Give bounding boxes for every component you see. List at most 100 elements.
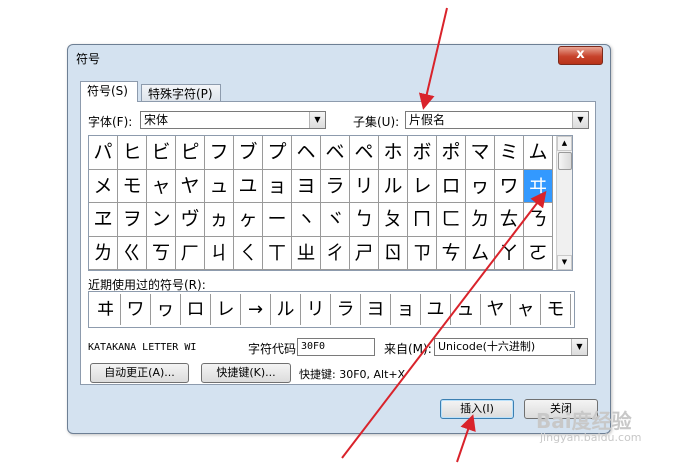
symbol-cell[interactable]: ラ [321, 169, 350, 203]
recent-symbol-cell[interactable]: リ [301, 294, 331, 325]
symbol-cell[interactable]: メ [89, 169, 118, 203]
symbol-cell[interactable]: ヒ [118, 136, 147, 170]
symbol-cell[interactable]: ㄉ [466, 203, 495, 237]
recent-symbol-cell[interactable]: モ [541, 294, 571, 325]
tab-special-characters[interactable]: 特殊字符(P) [141, 84, 221, 102]
symbol-cell[interactable]: ヘ [292, 136, 321, 170]
recent-symbol-cell[interactable]: ヤ [481, 294, 511, 325]
symbol-cell[interactable]: ヰ [524, 169, 553, 203]
symbol-cell[interactable]: ㄕ [350, 236, 379, 270]
from-select[interactable]: Unicode(十六进制) ▼ [434, 338, 588, 356]
symbol-cell[interactable]: ㄋ [524, 203, 553, 237]
symbol-cell[interactable]: ヵ [205, 203, 234, 237]
recent-symbol-cell[interactable]: ヨ [361, 294, 391, 325]
recent-symbol-cell[interactable]: ル [271, 294, 301, 325]
symbol-cell[interactable]: ワ [495, 169, 524, 203]
shortcut-key-button[interactable]: 快捷键(K)... [201, 363, 291, 383]
scroll-thumb[interactable] [558, 152, 572, 170]
symbol-cell[interactable]: ㄗ [408, 236, 437, 270]
symbol-cell[interactable]: レ [408, 169, 437, 203]
symbol-cell[interactable]: ㄏ [176, 236, 205, 270]
symbol-cell[interactable]: ム [524, 136, 553, 170]
symbol-cell[interactable]: ロ [437, 169, 466, 203]
symbol-cell[interactable]: ㄊ [495, 203, 524, 237]
autocorrect-button[interactable]: 自动更正(A)... [90, 363, 189, 383]
recent-symbol-cell[interactable]: ユ [421, 294, 451, 325]
symbol-cell[interactable]: ㄌ [89, 236, 118, 270]
symbol-cell[interactable]: マ [466, 136, 495, 170]
symbol-cell[interactable]: ョ [263, 169, 292, 203]
symbol-cell[interactable]: ヱ [89, 203, 118, 237]
symbol-cell[interactable]: ㄒ [263, 236, 292, 270]
shortcut-info: 快捷键: 30F0, Alt+X [299, 368, 406, 381]
char-code-input[interactable]: 30F0 [297, 338, 375, 356]
symbol-cell[interactable]: ㄔ [321, 236, 350, 270]
symbol-cell[interactable]: ㄅ [350, 203, 379, 237]
symbol-cell[interactable]: ㄎ [147, 236, 176, 270]
symbol-cell[interactable]: ㄛ [524, 236, 553, 270]
symbol-cell[interactable]: ル [379, 169, 408, 203]
symbol-cell[interactable]: ㄘ [437, 236, 466, 270]
font-select[interactable]: 宋体 ▼ [140, 111, 326, 129]
symbol-cell[interactable]: リ [350, 169, 379, 203]
symbol-cell[interactable]: ヴ [176, 203, 205, 237]
recent-symbol-cell[interactable]: ャ [511, 294, 541, 325]
symbol-cell[interactable]: ヾ [321, 203, 350, 237]
symbol-cell[interactable]: ㄑ [234, 236, 263, 270]
symbol-cell[interactable]: ㄓ [292, 236, 321, 270]
symbol-cell[interactable]: ヮ [466, 169, 495, 203]
symbol-cell[interactable]: ㄐ [205, 236, 234, 270]
symbol-cell[interactable]: ブ [234, 136, 263, 170]
recent-symbol-cell[interactable]: ヮ [151, 294, 181, 325]
scroll-down-icon[interactable]: ▼ [557, 255, 572, 270]
symbol-cell[interactable]: ピ [176, 136, 205, 170]
symbol-cell[interactable]: ホ [379, 136, 408, 170]
symbol-cell[interactable]: ㄚ [495, 236, 524, 270]
symbol-cell[interactable]: ㄖ [379, 236, 408, 270]
symbol-cell[interactable]: ヨ [292, 169, 321, 203]
recent-symbol-cell[interactable]: ョ [391, 294, 421, 325]
recent-symbol-cell[interactable]: → [241, 294, 271, 325]
subset-select[interactable]: 片假名 ▼ [405, 111, 589, 129]
insert-button[interactable]: 插入(I) [440, 399, 514, 419]
symbol-cell[interactable]: ユ [234, 169, 263, 203]
symbol-cell[interactable]: ペ [350, 136, 379, 170]
symbol-cell[interactable]: モ [118, 169, 147, 203]
symbol-cell[interactable]: ヤ [176, 169, 205, 203]
symbol-cell[interactable]: フ [205, 136, 234, 170]
symbol-cell[interactable]: ー [263, 203, 292, 237]
from-label: 来自(M): [384, 342, 432, 356]
symbol-cell[interactable]: ヽ [292, 203, 321, 237]
symbol-cell[interactable]: プ [263, 136, 292, 170]
symbol-cell[interactable]: パ [89, 136, 118, 170]
symbol-cell[interactable]: ポ [437, 136, 466, 170]
symbol-cell[interactable]: ャ [147, 169, 176, 203]
recent-symbol-cell[interactable]: ロ [181, 294, 211, 325]
symbol-cell[interactable]: ㄙ [466, 236, 495, 270]
symbol-cell[interactable]: ボ [408, 136, 437, 170]
symbol-cell[interactable]: ベ [321, 136, 350, 170]
symbol-cell[interactable]: ㄍ [118, 236, 147, 270]
grid-scrollbar[interactable]: ▲ ▼ [556, 136, 572, 270]
recent-symbol-cell[interactable]: ワ [121, 294, 151, 325]
symbol-cell[interactable]: ュ [205, 169, 234, 203]
symbol-cell[interactable]: ビ [147, 136, 176, 170]
symbol-cell[interactable]: ㄈ [437, 203, 466, 237]
recent-symbol-cell[interactable]: レ [211, 294, 241, 325]
close-window-button[interactable]: x [558, 46, 603, 65]
recent-symbol-cell[interactable]: ラ [331, 294, 361, 325]
symbol-cell[interactable]: ヲ [118, 203, 147, 237]
symbol-cell[interactable]: ン [147, 203, 176, 237]
symbol-dialog: 符号 x 符号(S) 特殊字符(P) 字体(F): 宋体 ▼ 子集(U): 片假… [67, 44, 611, 434]
tab-symbols[interactable]: 符号(S) [80, 81, 138, 102]
symbol-cell[interactable]: ヶ [234, 203, 263, 237]
recent-symbol-cell[interactable]: ヰ [91, 294, 121, 325]
title-bar[interactable]: 符号 x [68, 45, 610, 69]
symbol-cell[interactable]: ㄇ [408, 203, 437, 237]
from-value: Unicode(十六进制) [438, 340, 536, 353]
scroll-up-icon[interactable]: ▲ [557, 136, 572, 151]
character-name: KATAKANA LETTER WI [88, 342, 197, 353]
symbol-cell[interactable]: ミ [495, 136, 524, 170]
recent-symbol-cell[interactable]: ュ [451, 294, 481, 325]
symbol-cell[interactable]: ㄆ [379, 203, 408, 237]
